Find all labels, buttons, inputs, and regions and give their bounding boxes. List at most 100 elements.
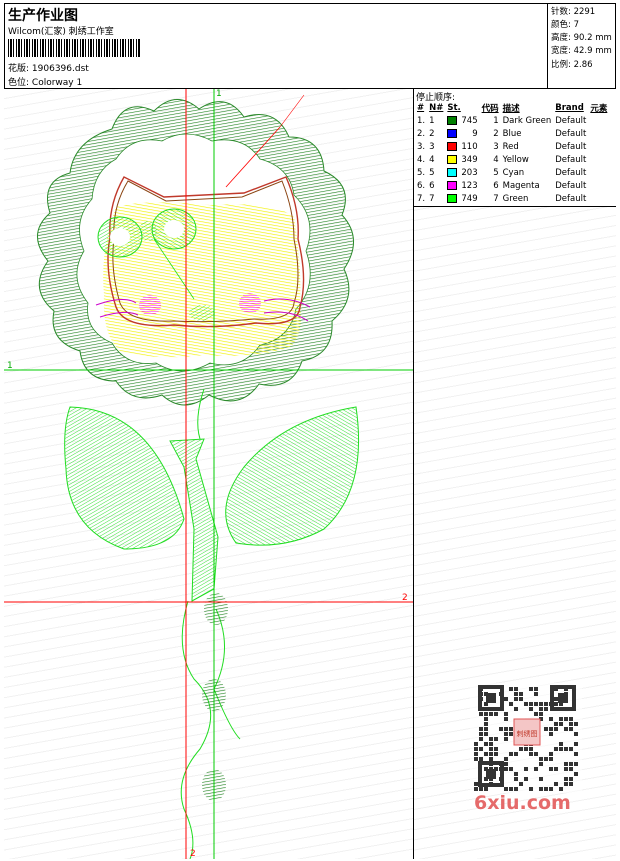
row-swatch [445,153,459,166]
row-element [588,166,609,179]
row-brand: Default [555,180,587,191]
table-row: 7. 7 749 7 Green Default [415,192,609,205]
row-element [588,153,609,166]
row-index: 2. [417,128,426,139]
row-description: Green [502,193,529,204]
barcode [8,39,140,57]
row-number: 5 [429,167,435,178]
row-index: 3. [417,141,426,152]
guide-label-h-green: 1 [7,361,13,371]
row-code: 5 [493,167,499,178]
row-element [588,192,609,205]
design-canvas: 1 1 2 2 [4,89,414,859]
row-swatch [445,127,459,140]
seal-text: 刺绣图 [517,729,538,738]
colorway-name: 色位: Colorway 1 [8,78,83,88]
table-row: 4. 4 349 4 Yellow Default [415,153,609,166]
embroidery-preview: 1 1 2 2 [4,89,413,859]
row-brand: Default [555,115,587,126]
row-stitches: 349 [461,154,478,165]
table-row: 6. 6 123 6 Magenta Default [415,179,609,192]
row-number: 2 [429,128,435,139]
stop-sequence-table-wrap: 停止顺序: # N# St. 代码 描述 Brand 元素 1. 1 745 1 Dar… [414,89,616,207]
row-element [588,179,609,192]
row-number: 1 [429,115,435,126]
row-code: 6 [493,180,499,191]
row-stitches: 203 [461,167,478,178]
color-swatch [447,115,458,125]
row-index: 4. [417,154,426,165]
stat-width: 宽度: 42.9 mm [551,46,612,56]
col-index: # [417,102,425,113]
row-code: 3 [493,141,499,152]
guide-label-v-red: 2 [190,849,196,859]
flower-stem [169,388,241,859]
header-info: 生产作业图 Wilcom(汇家) 刺绣工作室 花版: 1906396.dst 色… [4,3,548,89]
row-brand: Default [555,128,587,139]
row-stitches: 9 [472,128,478,139]
row-description: Yellow [502,154,529,165]
page-title: 生产作业图 [8,8,78,24]
row-description: Dark Green [502,115,552,126]
guide-label-h-red: 2 [402,593,408,603]
color-swatch [447,167,458,177]
row-swatch [445,114,459,127]
stop-sequence-table: # N# St. 代码 描述 Brand 元素 1. 1 745 1 Dark Gree… [415,101,609,205]
row-index: 5. [417,167,426,178]
row-index: 6. [417,180,426,191]
table-row: 1. 1 745 1 Dark Green Default [415,114,609,127]
qr-code-icon: 刺绣图 [470,683,582,793]
row-number: 4 [429,154,435,165]
col-code: 代码 [481,103,499,114]
row-code: 2 [493,128,499,139]
table-row: 5. 5 203 5 Cyan Default [415,166,609,179]
stat-colors: 颜色: 7 [551,20,579,30]
row-description: Blue [502,128,522,139]
row-stitches: 123 [461,180,478,191]
color-swatch [447,180,458,190]
color-swatch [447,154,458,164]
row-index: 1. [417,115,426,126]
col-number: N# [429,102,444,113]
table-row: 3. 3 110 3 Red Default [415,140,609,153]
watermark-text: 6xiu.com [474,792,571,814]
row-element [588,114,609,127]
col-element: 元素 [590,103,608,114]
row-number: 7 [429,193,435,204]
row-stitches: 110 [461,141,478,152]
col-description: 描述 [502,103,520,114]
row-swatch [445,192,459,205]
row-description: Magenta [502,180,540,191]
row-swatch [445,179,459,192]
color-swatch [447,193,458,203]
row-swatch [445,166,459,179]
table-row: 2. 2 9 2 Blue Default [415,127,609,140]
row-brand: Default [555,167,587,178]
row-brand: Default [555,141,587,152]
row-element [588,140,609,153]
row-description: Cyan [502,167,525,178]
color-swatch [447,128,458,138]
row-index: 7. [417,193,426,204]
design-stats: 针数: 2291 颜色: 7 高度: 90.2 mm 宽度: 42.9 mm 比… [548,3,616,89]
row-brand: Default [555,154,587,165]
stat-stitches: 针数: 2291 [551,7,596,17]
row-swatch [445,140,459,153]
row-number: 3 [429,141,435,152]
stat-height: 高度: 90.2 mm [551,33,612,43]
row-stitches: 745 [461,115,478,126]
row-code: 7 [493,193,499,204]
stat-scale: 比例: 2.86 [551,60,593,70]
col-stitches: St. [447,102,461,113]
col-brand: Brand [555,102,584,113]
row-stitches: 749 [461,193,478,204]
row-code: 1 [493,115,499,126]
row-number: 6 [429,180,435,191]
row-element [588,127,609,140]
color-swatch [447,141,458,151]
row-code: 4 [493,154,499,165]
guide-label-v-green: 1 [216,89,222,99]
company-name: Wilcom(汇家) 刺绣工作室 [8,27,114,37]
design-name: 花版: 1906396.dst [8,64,89,74]
row-description: Red [502,141,519,152]
